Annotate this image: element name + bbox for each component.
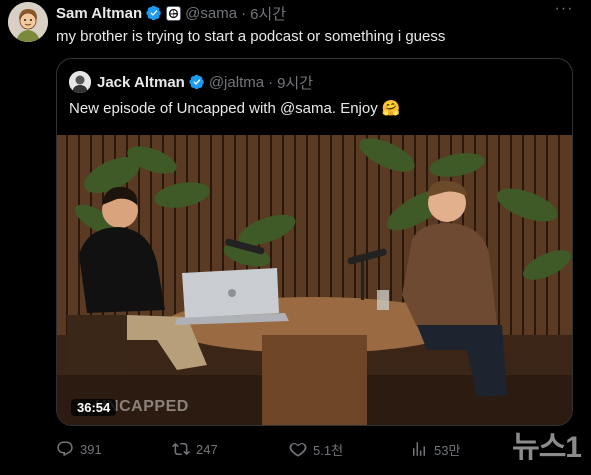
views-button[interactable]: 53만 (410, 440, 460, 459)
like-button[interactable]: 5.1천 (289, 440, 343, 459)
author-avatar[interactable] (8, 2, 48, 42)
views-count: 53만 (434, 442, 461, 458)
hugging-face-emoji: 🤗 (381, 100, 401, 117)
quoted-tweet-header: Jack Altman @jaltma · 9시간 (69, 71, 313, 93)
more-icon[interactable]: ··· (551, 1, 577, 22)
watermark-text: 뉴스1 (512, 431, 582, 464)
video-duration: 36:54 (71, 399, 117, 416)
tweet-actions: 391 247 5.1천 53만 (56, 438, 577, 460)
quoted-tweet[interactable]: Jack Altman @jaltma · 9시간 New episode of… (56, 58, 573, 426)
quoted-author-avatar[interactable] (69, 71, 91, 93)
verified-badge-icon (189, 74, 204, 90)
author-name[interactable]: Sam Altman (56, 5, 142, 22)
news1-watermark: 뉴스1 (512, 429, 582, 467)
tweet-header: Sam Altman @sama · 6시간 (56, 3, 551, 23)
reply-count: 391 (80, 441, 102, 457)
quoted-tweet-time[interactable]: 9시간 (277, 72, 313, 93)
retweet-count: 247 (196, 441, 218, 457)
tweet-time[interactable]: 6시간 (250, 3, 286, 24)
podcast-scene-image (57, 135, 572, 425)
dot-separator: · (241, 4, 247, 22)
quoted-author-name[interactable]: Jack Altman (97, 74, 185, 91)
reply-button[interactable]: 391 (56, 440, 102, 458)
quoted-tweet-body: New episode of Uncapped with @sama. Enjo… (69, 100, 378, 117)
quoted-author-handle[interactable]: @jaltma (209, 74, 264, 91)
tweet: Sam Altman @sama · 6시간 ··· my brother is… (0, 0, 591, 475)
author-handle[interactable]: @sama (185, 5, 237, 22)
dot-separator: · (268, 73, 274, 91)
affiliate-badge-icon[interactable] (166, 5, 182, 21)
video-thumbnail[interactable]: UNCAPPED 36:54 (57, 135, 572, 425)
retweet-icon (172, 442, 190, 456)
like-count: 5.1천 (313, 442, 344, 458)
like-icon (289, 443, 307, 457)
verified-badge-icon (146, 5, 161, 21)
quoted-tweet-text: New episode of Uncapped with @sama. Enjo… (69, 99, 401, 119)
tweet-text: my brother is trying to start a podcast … (56, 28, 446, 45)
reply-icon (57, 441, 73, 457)
retweet-button[interactable]: 247 (172, 440, 218, 458)
views-icon (413, 442, 425, 456)
